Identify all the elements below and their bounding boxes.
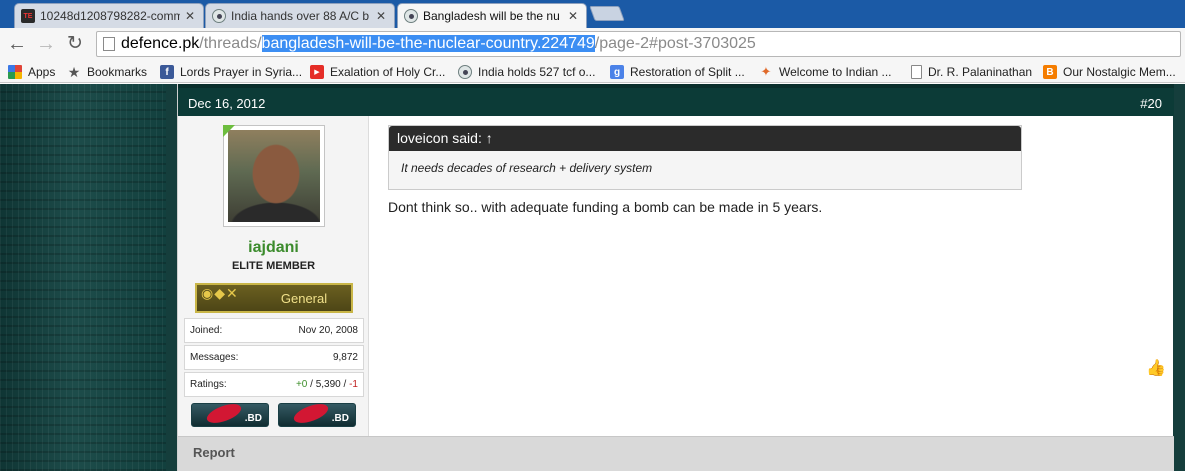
- user-title: ELITE MEMBER: [231, 260, 316, 272]
- avatar-photo: [228, 130, 320, 222]
- tab-india-hands-over[interactable]: India hands over 88 A/C b ✕: [205, 3, 395, 28]
- ratings-separator: /: [310, 379, 313, 390]
- browser-toolbar: ← → ↻ defence.pk/threads/bangladesh-will…: [0, 28, 1185, 60]
- bookmark-label: Lords Prayer in Syria...: [180, 65, 303, 79]
- stat-value[interactable]: 9,872: [333, 352, 358, 363]
- rank-insignia-icon: ◉◆✕: [201, 285, 239, 301]
- close-icon[interactable]: ✕: [374, 9, 388, 23]
- stat-label: Messages:: [190, 352, 239, 363]
- background-texture: [0, 84, 166, 471]
- flag-tld: .BD: [331, 413, 349, 424]
- bookmark-welcome-indian[interactable]: ✦ Welcome to Indian ...: [759, 63, 892, 81]
- bookmark-apps[interactable]: Apps: [8, 63, 55, 81]
- username-link[interactable]: iajdani: [178, 239, 369, 257]
- post-header: Dec 16, 2012 #20: [178, 84, 1174, 116]
- bookmark-label: Restoration of Split ...: [630, 65, 745, 79]
- blogger-icon: B: [1043, 65, 1057, 79]
- rank-badge: ◉◆✕ General: [195, 283, 353, 313]
- country-flag-badge: .BD: [191, 403, 269, 427]
- stat-joined: Joined: Nov 20, 2008: [184, 318, 364, 343]
- bookmark-palaninathan[interactable]: Dr. R. Palaninathan: [911, 63, 1032, 81]
- ratings-positive: +0: [295, 379, 308, 390]
- te-favicon-icon: TE: [21, 9, 35, 23]
- ratings-neutral: 5,390: [315, 379, 341, 390]
- new-tab-button[interactable]: [589, 6, 625, 21]
- bookmark-label: Welcome to Indian ...: [779, 65, 892, 79]
- quote-text: It needs decades of research + delivery …: [401, 161, 653, 175]
- star-icon: ★: [67, 63, 81, 80]
- online-indicator-icon: [223, 125, 235, 137]
- quote-block: loveicon said: ↑ It needs decades of res…: [388, 125, 1022, 190]
- reload-button[interactable]: ↻: [62, 31, 88, 57]
- apps-icon: [8, 65, 22, 79]
- bookmark-bookmarks[interactable]: ★ Bookmarks: [67, 63, 147, 81]
- close-icon[interactable]: ✕: [183, 9, 197, 23]
- stat-label: Ratings:: [190, 379, 227, 390]
- stat-messages: Messages: 9,872: [184, 345, 364, 370]
- bookmark-india-holds[interactable]: India holds 527 tcf o...: [458, 63, 595, 81]
- bangladesh-flag-icon: [291, 404, 331, 426]
- bookmark-label: Exalation of Holy Cr...: [330, 65, 446, 79]
- bookmark-nostalgic[interactable]: B Our Nostalgic Mem...: [1043, 63, 1176, 81]
- indian-site-icon: ✦: [760, 64, 772, 79]
- url-host: defence.pk: [121, 35, 200, 52]
- bookmarks-bar: Apps ★ Bookmarks f Lords Prayer in Syria..…: [0, 60, 1185, 83]
- ratings-negative: -1: [349, 379, 358, 390]
- facebook-icon: f: [160, 65, 174, 79]
- stat-label: Joined:: [190, 325, 223, 336]
- close-icon[interactable]: ✕: [566, 9, 580, 23]
- url-path-prefix: /threads/: [199, 35, 262, 52]
- tab-title: Bangladesh will be the nu: [423, 9, 560, 23]
- web-page: Dec 16, 2012 #20 iajdani ELITE MEMBER ◉◆…: [0, 84, 1185, 471]
- avatar[interactable]: [223, 125, 325, 227]
- tab-te[interactable]: TE 10248d1208798282-comm ✕: [14, 3, 204, 28]
- report-link[interactable]: Report: [193, 445, 235, 460]
- tab-title: India hands over 88 A/C b: [231, 9, 370, 23]
- post-footer: Report: [178, 436, 1174, 471]
- bangladesh-flag-icon: [204, 404, 244, 426]
- flag-tld: .BD: [244, 413, 262, 424]
- stat-value: Nov 20, 2008: [298, 325, 359, 336]
- post-permalink[interactable]: #20: [1140, 96, 1162, 111]
- defence-pk-favicon-icon: [404, 9, 418, 23]
- bookmark-label: Dr. R. Palaninathan: [928, 65, 1033, 79]
- quote-author-link[interactable]: loveicon said: ↑: [389, 126, 1021, 151]
- url-selected-text: bangladesh-will-be-the-nuclear-country.2…: [261, 35, 595, 52]
- post-date: Dec 16, 2012: [188, 96, 266, 111]
- tab-bangladesh-nuclear[interactable]: Bangladesh will be the nu ✕: [397, 3, 587, 28]
- address-bar[interactable]: defence.pk/threads/bangladesh-will-be-th…: [96, 31, 1181, 57]
- like-icon[interactable]: 👍: [1146, 358, 1166, 378]
- google-icon: g: [610, 65, 624, 79]
- stat-ratings: Ratings: +0 / 5,390 / -1: [184, 372, 364, 397]
- bookmark-exalation[interactable]: ▶ Exalation of Holy Cr...: [310, 63, 445, 81]
- bookmark-lords-prayer[interactable]: f Lords Prayer in Syria...: [160, 63, 302, 81]
- forum-post: Dec 16, 2012 #20 iajdani ELITE MEMBER ◉◆…: [177, 84, 1174, 471]
- url-path-suffix: /page-2#post-3703025: [594, 35, 756, 52]
- tab-title: 10248d1208798282-comm: [40, 9, 180, 23]
- bookmark-label: Bookmarks: [87, 65, 148, 79]
- tab-strip: TE 10248d1208798282-comm ✕ India hands o…: [0, 0, 1185, 28]
- back-button[interactable]: ←: [4, 31, 30, 57]
- background-edge: [1173, 84, 1185, 471]
- forward-button[interactable]: →: [33, 31, 59, 57]
- country-flag-badge: .BD: [278, 403, 356, 427]
- defence-pk-favicon-icon: [212, 9, 226, 23]
- page-icon: [911, 65, 922, 79]
- user-info-panel: iajdani ELITE MEMBER ◉◆✕ General Joined:…: [178, 116, 369, 436]
- bookmark-label: Our Nostalgic Mem...: [1063, 65, 1176, 79]
- ratings-values: +0 / 5,390 / -1: [296, 379, 358, 390]
- message-text: Dont think so.. with adequate funding a …: [388, 199, 823, 215]
- bookmark-restoration[interactable]: g Restoration of Split ...: [610, 63, 745, 81]
- defence-pk-icon: [458, 65, 472, 79]
- youtube-icon: ▶: [310, 65, 324, 79]
- page-icon: [103, 37, 115, 51]
- ratings-separator: /: [343, 379, 347, 390]
- bookmark-label: India holds 527 tcf o...: [478, 65, 596, 79]
- rank-label: General: [280, 290, 328, 306]
- bookmark-label: Apps: [28, 65, 56, 79]
